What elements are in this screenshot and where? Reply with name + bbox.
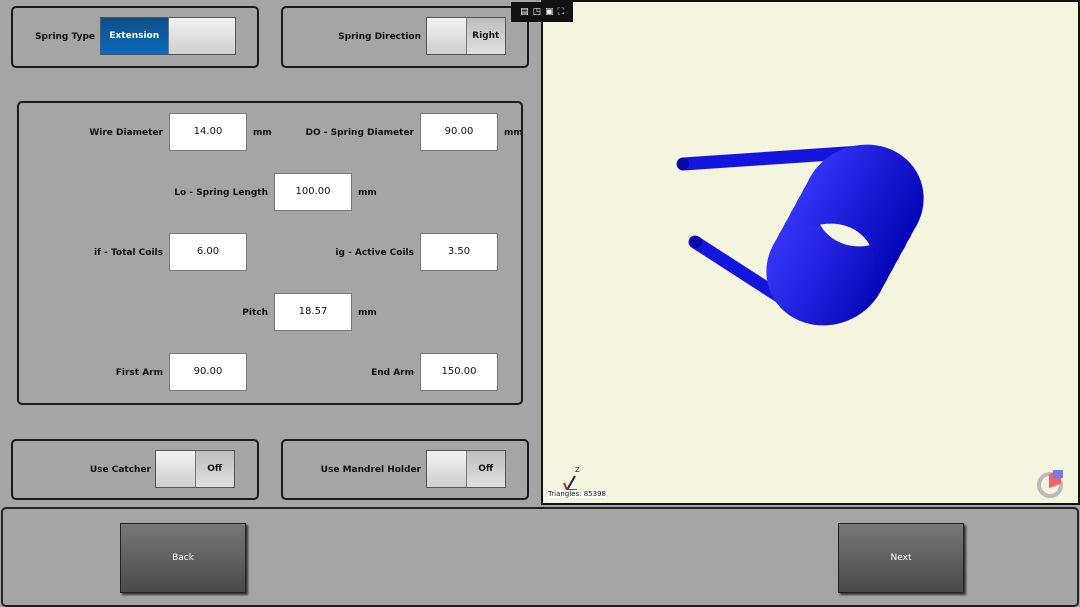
spring-direction-toggle[interactable]: Right (426, 17, 506, 55)
field-label: End Arm (371, 368, 414, 378)
spring-type-toggle[interactable]: Extension (100, 17, 236, 55)
field-unit: mm (504, 128, 523, 138)
spring-model (676, 144, 924, 326)
use-mandrel-label: Use Mandrel Holder (320, 465, 421, 475)
spring-type-panel: Spring Type Extension (11, 6, 259, 68)
use-mandrel-toggle[interactable]: Off (426, 450, 506, 488)
back-button[interactable]: Back (120, 523, 246, 593)
field-unit: mm (358, 308, 377, 318)
spring-direction-right[interactable]: Right (465, 18, 505, 54)
field-input[interactable]: 90.00 (169, 353, 247, 391)
field-label: Lo - Spring Length (174, 188, 268, 198)
use-mandrel-panel: Use Mandrel Holder Off (281, 439, 529, 500)
field-label: if - Total Coils (93, 248, 163, 258)
use-catcher-state[interactable]: Off (194, 451, 234, 487)
field-input[interactable]: 6.00 (169, 233, 247, 271)
field-label: Pitch (242, 308, 268, 318)
expand-icon[interactable]: ⛶ (558, 7, 564, 17)
use-catcher-toggle[interactable]: Off (155, 450, 235, 488)
triangle-count: Triangles: 85398 (548, 490, 606, 498)
settings-icon[interactable]: ▤ (520, 7, 529, 17)
toolbar: ▤ ◳ ▣ ⛶ (511, 2, 573, 22)
axis-z-label: Z (575, 466, 580, 474)
spring-type-other[interactable] (167, 18, 235, 54)
field-label: ig - Active Coils (335, 248, 414, 258)
field-label: First Arm (115, 368, 163, 378)
3d-viewer[interactable]: ▤ ◳ ▣ ⛶ Z Triangles: 85398 (511, 0, 1080, 505)
field-input[interactable]: 14.00 (169, 113, 247, 151)
field-input[interactable]: 100.00 (274, 173, 352, 211)
spring-type-label: Spring Type (35, 32, 95, 42)
fit-icon[interactable]: ▣ (545, 7, 554, 17)
axis-triad-icon: Z (561, 466, 583, 491)
next-button[interactable]: Next (838, 523, 964, 593)
field-input[interactable]: 18.57 (274, 293, 352, 331)
field-label: Wire Diameter (89, 128, 163, 138)
use-catcher-panel: Use Catcher Off (11, 439, 259, 500)
spring-type-extension[interactable]: Extension (101, 18, 168, 54)
spring-direction-label: Spring Direction (338, 32, 421, 42)
field-input[interactable]: 3.50 (420, 233, 498, 271)
view-cube-icon[interactable] (1037, 469, 1063, 498)
field-input[interactable]: 90.00 (420, 113, 498, 151)
select-icon[interactable]: ◳ (533, 7, 542, 17)
use-catcher-on[interactable] (156, 451, 195, 487)
field-label: DO - Spring Diameter (305, 128, 414, 138)
field-input[interactable]: 150.00 (420, 353, 498, 391)
spring-direction-panel: Spring Direction Right (281, 6, 529, 68)
spring-direction-left[interactable] (427, 18, 466, 54)
use-mandrel-state[interactable]: Off (465, 451, 505, 487)
field-unit: mm (358, 188, 377, 198)
use-mandrel-on[interactable] (427, 451, 466, 487)
use-catcher-label: Use Catcher (89, 465, 151, 475)
